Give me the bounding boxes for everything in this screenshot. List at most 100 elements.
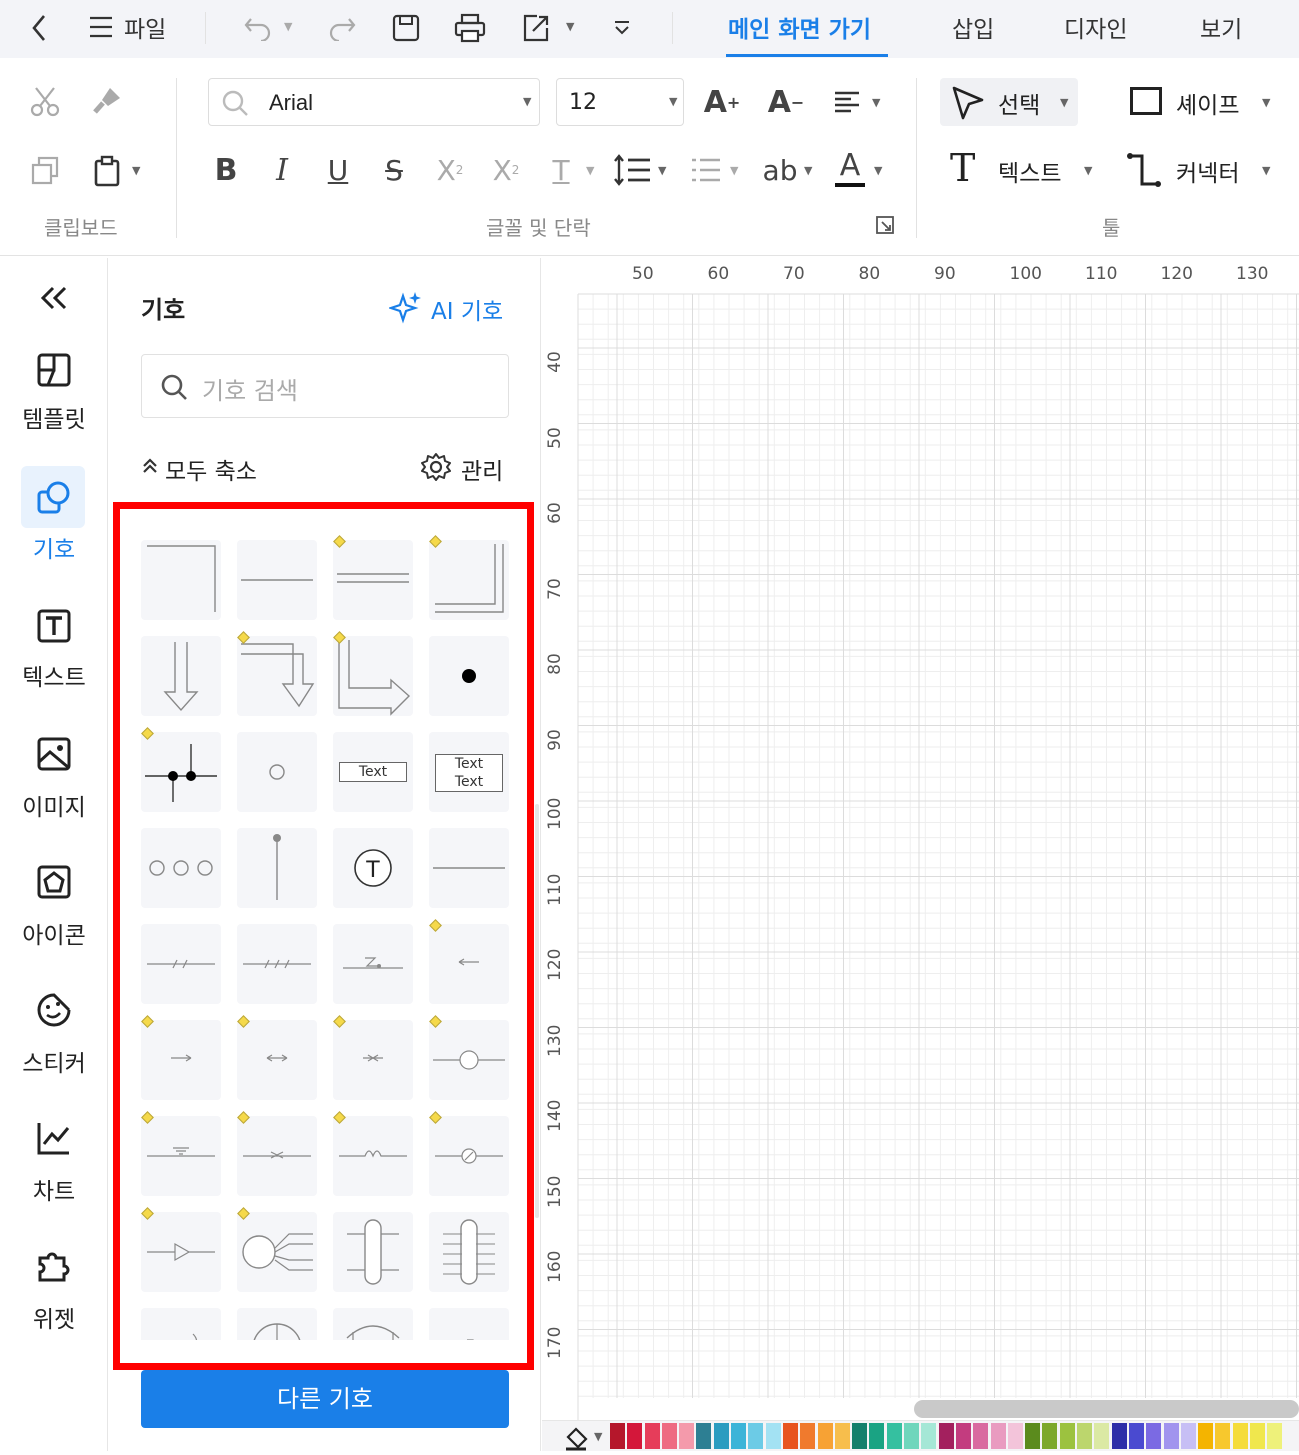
- sticker-icon[interactable]: [36, 992, 72, 1028]
- text-case-icon[interactable]: ab: [758, 150, 802, 190]
- color-swatch[interactable]: [713, 1423, 729, 1449]
- bullet-list-dropdown-icon[interactable]: ▼: [730, 164, 738, 177]
- color-swatch[interactable]: [904, 1423, 920, 1449]
- color-swatch[interactable]: [696, 1423, 712, 1449]
- subscript-icon[interactable]: X2: [486, 150, 526, 190]
- more-chevron-icon[interactable]: [608, 14, 636, 42]
- horizontal-scrollbar[interactable]: [914, 1400, 1299, 1418]
- nav-symbol-label[interactable]: 기호: [0, 530, 108, 564]
- nav-text-label[interactable]: 텍스트: [0, 658, 108, 692]
- chart-icon[interactable]: [36, 1120, 72, 1156]
- color-swatch[interactable]: [1128, 1423, 1144, 1449]
- symbol-search-input[interactable]: 기호 검색: [141, 354, 509, 418]
- back-icon[interactable]: [24, 10, 54, 46]
- nav-chart-label[interactable]: 차트: [0, 1172, 108, 1206]
- color-swatch[interactable]: [800, 1423, 816, 1449]
- icon-icon[interactable]: [36, 864, 72, 900]
- tab-main[interactable]: 메인 화면 가기: [728, 10, 871, 44]
- paste-dropdown-icon[interactable]: ▼: [132, 164, 140, 177]
- color-swatch[interactable]: [834, 1423, 850, 1449]
- color-swatch[interactable]: [1163, 1423, 1179, 1449]
- nav-icon-label[interactable]: 아이콘: [0, 916, 108, 950]
- color-swatch[interactable]: [1146, 1423, 1162, 1449]
- color-swatch[interactable]: [1232, 1423, 1248, 1449]
- color-swatch[interactable]: [1198, 1423, 1214, 1449]
- ai-symbol-button[interactable]: AI 기호: [387, 290, 511, 325]
- redo-icon[interactable]: [324, 12, 360, 44]
- color-swatch[interactable]: [1267, 1423, 1283, 1449]
- nav-template-label[interactable]: 템플릿: [0, 400, 108, 434]
- collapse-all-button[interactable]: 모두 축소: [141, 452, 281, 485]
- color-swatch[interactable]: [627, 1423, 643, 1449]
- nav-widget-label[interactable]: 위젯: [0, 1300, 108, 1334]
- color-swatch[interactable]: [1249, 1423, 1265, 1449]
- print-icon[interactable]: [452, 10, 488, 46]
- color-swatch[interactable]: [921, 1423, 937, 1449]
- tab-view[interactable]: 보기: [1200, 10, 1242, 44]
- hamburger-menu-icon[interactable]: [86, 12, 116, 42]
- color-swatch[interactable]: [886, 1423, 902, 1449]
- export-icon[interactable]: [518, 10, 554, 46]
- text-style-icon[interactable]: T: [544, 150, 578, 190]
- tab-design[interactable]: 디자인: [1064, 10, 1127, 44]
- align-dropdown-icon[interactable]: ▼: [872, 96, 880, 109]
- shape-tool-button[interactable]: 셰이프 ▼: [1120, 78, 1290, 126]
- color-swatch[interactable]: [610, 1423, 625, 1449]
- increase-font-icon[interactable]: A +: [702, 82, 742, 122]
- color-swatch[interactable]: [765, 1423, 781, 1449]
- manage-button[interactable]: 관리: [421, 450, 531, 485]
- font-size-select[interactable]: 12 ▼: [556, 78, 684, 126]
- template-icon[interactable]: [36, 352, 72, 388]
- color-swatch[interactable]: [1215, 1423, 1231, 1449]
- export-dropdown-icon[interactable]: ▼: [566, 20, 574, 33]
- text-tool-button[interactable]: T 텍스트 ▼: [940, 146, 1100, 194]
- color-swatch[interactable]: [1025, 1423, 1041, 1449]
- symbol-icon[interactable]: [36, 480, 72, 516]
- color-swatch[interactable]: [1007, 1423, 1023, 1449]
- color-swatch[interactable]: [1094, 1423, 1110, 1449]
- copy-icon[interactable]: [26, 152, 64, 190]
- text-style-dropdown-icon[interactable]: ▼: [586, 164, 594, 177]
- format-painter-icon[interactable]: [88, 82, 126, 120]
- color-swatch[interactable]: [990, 1423, 1006, 1449]
- bold-icon[interactable]: B: [208, 150, 244, 190]
- color-swatch[interactable]: [661, 1423, 677, 1449]
- underline-icon[interactable]: U: [320, 150, 356, 190]
- undo-dropdown-icon[interactable]: ▼: [284, 20, 292, 33]
- file-menu[interactable]: 파일: [124, 10, 166, 44]
- color-swatch[interactable]: [1059, 1423, 1075, 1449]
- nav-image-label[interactable]: 이미지: [0, 788, 108, 822]
- align-icon[interactable]: [830, 84, 864, 120]
- color-swatch[interactable]: [1042, 1423, 1058, 1449]
- color-swatch[interactable]: [748, 1423, 764, 1449]
- paste-icon[interactable]: [88, 152, 126, 190]
- text-icon[interactable]: [36, 608, 72, 644]
- tab-insert[interactable]: 삽입: [952, 10, 994, 44]
- font-family-select[interactable]: Arial ▼: [208, 78, 540, 126]
- superscript-icon[interactable]: X2: [430, 150, 470, 190]
- select-tool-button[interactable]: 선택 ▼: [940, 78, 1078, 126]
- color-swatch[interactable]: [1077, 1423, 1093, 1449]
- panel-scrollbar[interactable]: [535, 804, 539, 1218]
- fill-dropdown-icon[interactable]: ▼: [594, 1430, 602, 1443]
- color-swatch[interactable]: [679, 1423, 695, 1449]
- strikethrough-icon[interactable]: S: [376, 150, 412, 190]
- font-color-dropdown-icon[interactable]: ▼: [874, 164, 882, 177]
- color-swatch[interactable]: [817, 1423, 833, 1449]
- bullet-list-icon[interactable]: [688, 152, 724, 188]
- canvas-area[interactable]: 50 60 70 80 90 100 110 120 130 40 50 60 70 80 90 100 11…: [542, 258, 1299, 1451]
- cut-icon[interactable]: [26, 82, 64, 120]
- text-case-dropdown-icon[interactable]: ▼: [804, 164, 812, 177]
- connector-tool-button[interactable]: 커넥터 ▼: [1120, 146, 1290, 194]
- undo-icon[interactable]: [240, 12, 276, 44]
- more-symbols-button[interactable]: 다른 기호: [141, 1370, 509, 1428]
- color-swatch[interactable]: [852, 1423, 868, 1449]
- color-swatch[interactable]: [644, 1423, 660, 1449]
- decrease-font-icon[interactable]: A −: [766, 82, 806, 122]
- font-settings-launcher-icon[interactable]: [874, 214, 896, 236]
- color-swatch[interactable]: [731, 1423, 747, 1449]
- font-color-icon[interactable]: A: [830, 148, 870, 190]
- color-swatch[interactable]: [955, 1423, 971, 1449]
- color-swatch[interactable]: [1180, 1423, 1196, 1449]
- line-spacing-dropdown-icon[interactable]: ▼: [658, 164, 666, 177]
